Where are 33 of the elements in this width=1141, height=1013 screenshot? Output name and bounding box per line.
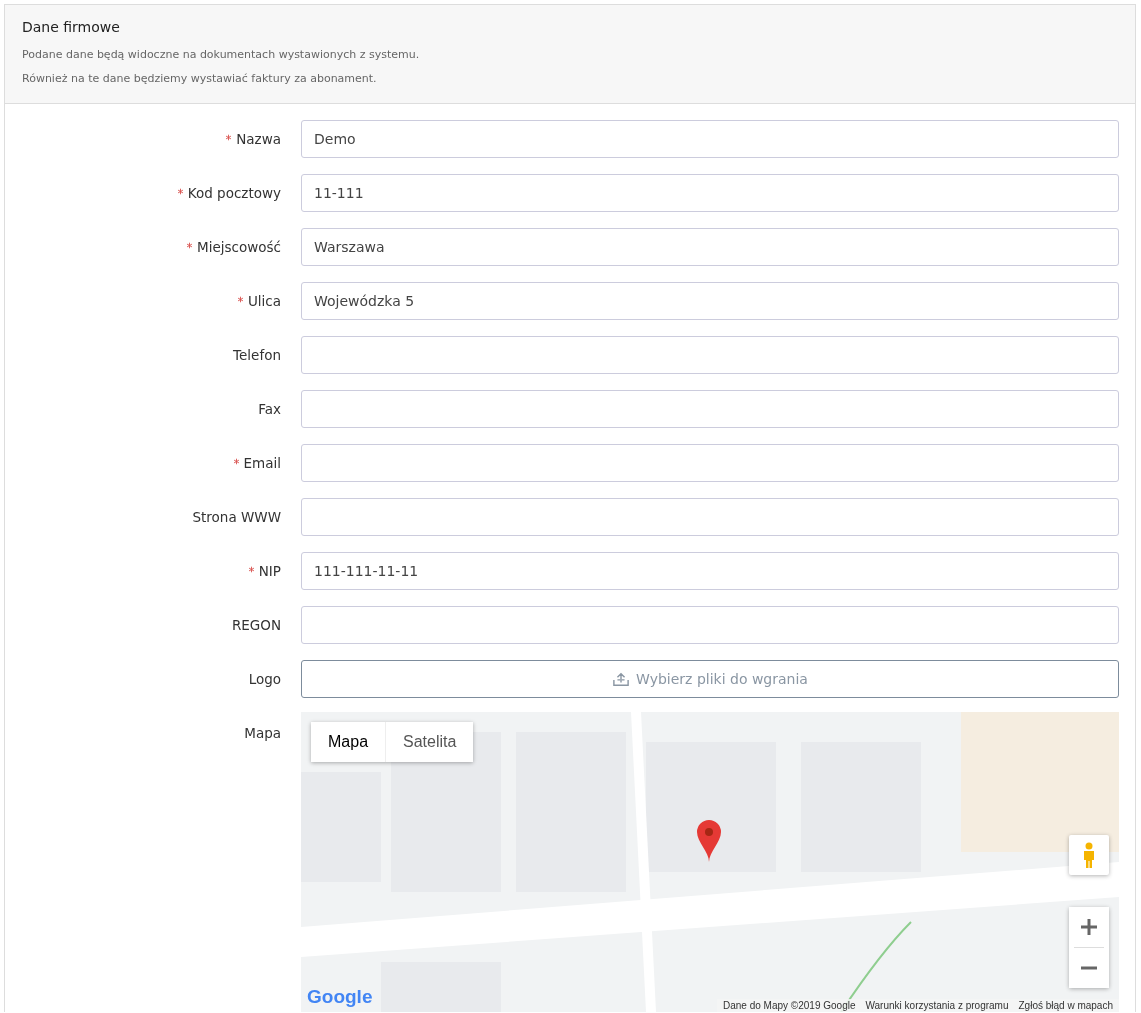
zoom-in-button[interactable] xyxy=(1069,907,1109,947)
upload-icon xyxy=(612,671,631,687)
field-label: Fax xyxy=(258,401,281,417)
panel-note: Podane dane będą widoczne na dokumentach wystawionych z systemu. xyxy=(22,47,421,63)
field-label: Kod pocztowy xyxy=(187,185,281,201)
field-label: Nazwa xyxy=(236,131,281,147)
panel-title: Dane firmowe xyxy=(22,19,121,35)
field-label: Logo xyxy=(248,671,281,687)
google-logo: Google xyxy=(307,986,373,1008)
field-label: REGON xyxy=(231,617,281,633)
minus-icon xyxy=(1080,966,1098,970)
input-field[interactable]: Wojewódzka 5 xyxy=(301,282,1119,320)
field-label: Miejscowość xyxy=(197,239,281,255)
input-field[interactable]: 11-111 xyxy=(301,174,1119,212)
person-icon xyxy=(1082,842,1096,868)
map-data-text: Dane do Mapy ©2019 Google xyxy=(723,1000,856,1011)
plus-icon xyxy=(1080,918,1098,936)
map[interactable]: Mapa Satelita Google Dane do Mapy ©2019 Google Warunki korzystania z programu Zgłoś błąd w mapach xyxy=(301,712,1119,1012)
panel-note: Również na te dane będziemy wystawiać faktury za abonament. xyxy=(22,71,378,87)
input-field[interactable]: Warszawa xyxy=(301,228,1119,266)
map-type-tab[interactable]: Satelita xyxy=(385,722,474,762)
field-label: Ulica xyxy=(247,293,281,309)
field-label: Email xyxy=(243,455,281,471)
field-label: Telefon xyxy=(233,347,281,363)
input-field[interactable]: 111-111-11-11 xyxy=(301,552,1119,590)
map-link[interactable]: Zgłoś błąd w mapach xyxy=(1018,1000,1113,1011)
input-field[interactable]: Demo xyxy=(301,120,1119,158)
field-label: Strona WWW xyxy=(192,509,281,525)
field-label: Mapa xyxy=(244,725,281,741)
map-type-tab[interactable]: Mapa xyxy=(311,722,386,762)
map-link[interactable]: Warunki korzystania z programu xyxy=(865,1000,1009,1011)
field-label: NIP xyxy=(258,563,281,579)
street-view-button[interactable] xyxy=(1069,835,1109,875)
